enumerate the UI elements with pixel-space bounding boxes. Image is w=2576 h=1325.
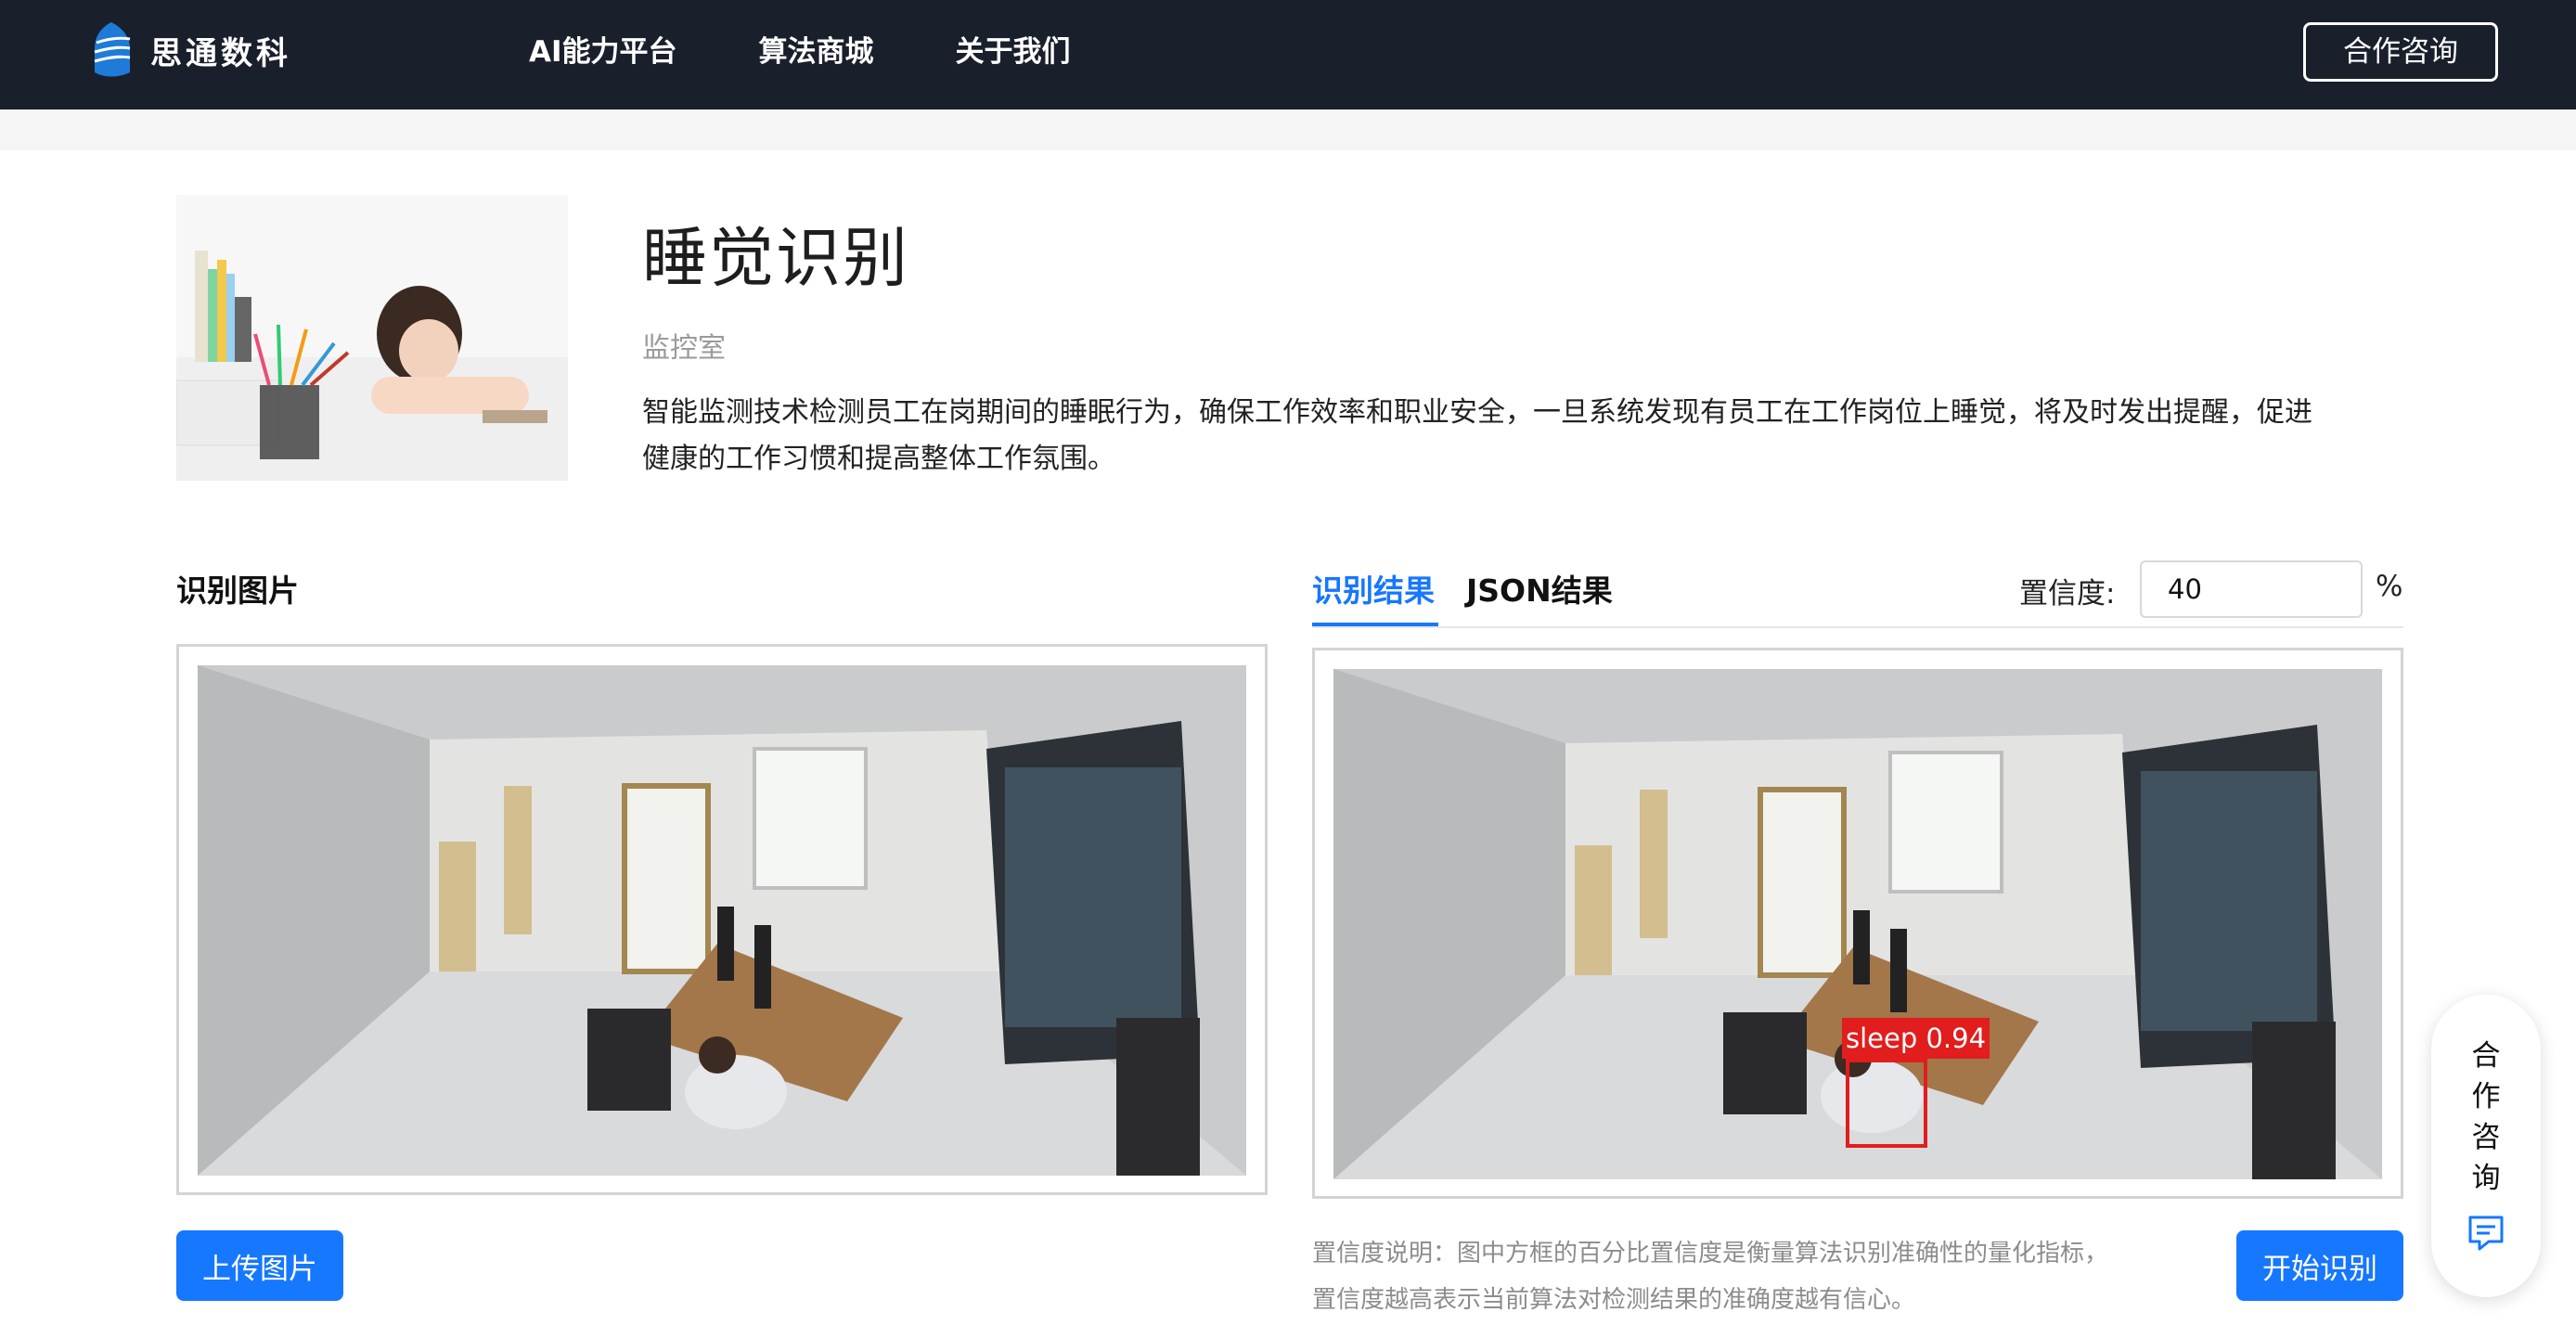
detection-score: 0.94 bbox=[1926, 1023, 1987, 1054]
product-description: 智能监测技术检测员工在岗期间的睡眠行为，确保工作效率和职业安全，一旦系统发现有员… bbox=[642, 396, 2312, 475]
floating-consult-char: 询 bbox=[2471, 1162, 2501, 1195]
result-image-frame: sleep 0.94 bbox=[1312, 648, 2403, 1199]
detection-class: sleep bbox=[1846, 1023, 1918, 1054]
nav-item-algorithm-store[interactable]: 算法商城 bbox=[759, 28, 874, 76]
detection-label: sleep 0.94 bbox=[1842, 1018, 1990, 1059]
confidence-note: 置信度说明：图中方框的百分比置信度是衡量算法识别准确性的量化指标， 置信度越高表… bbox=[1312, 1230, 2147, 1323]
confidence-unit: % bbox=[2376, 570, 2403, 603]
nav-item-ai-platform[interactable]: AI能力平台 bbox=[529, 28, 677, 76]
input-image-label: 识别图片 bbox=[176, 572, 299, 609]
input-image-frame bbox=[176, 644, 1268, 1195]
confidence-label: 置信度: bbox=[2019, 577, 2116, 611]
detection-box bbox=[1846, 1059, 1927, 1148]
scene-tag: 监控室 bbox=[642, 332, 726, 365]
tab-divider bbox=[1312, 626, 2403, 628]
consult-button[interactable]: 合作咨询 bbox=[2303, 22, 2498, 82]
confidence-note-line-2: 置信度越高表示当前算法对检测结果的准确度越有信心。 bbox=[1312, 1286, 1916, 1314]
nav-item-about-us[interactable]: 关于我们 bbox=[956, 28, 1071, 76]
chat-icon bbox=[2468, 1216, 2504, 1251]
start-recognition-button[interactable]: 开始识别 bbox=[2236, 1230, 2403, 1301]
floating-consult-char: 咨 bbox=[2471, 1121, 2501, 1154]
brand-logo-icon bbox=[94, 22, 131, 77]
brand-name: 思通数科 bbox=[150, 34, 291, 72]
main-nav: AI能力平台 算法商城 关于我们 bbox=[529, 28, 1153, 76]
top-navigation-bar: 思通数科 AI能力平台 算法商城 关于我们 合作咨询 bbox=[0, 0, 2576, 109]
confidence-input[interactable] bbox=[2140, 560, 2363, 618]
upload-image-button[interactable]: 上传图片 bbox=[176, 1230, 343, 1301]
floating-consult-label: 合 作 咨 询 bbox=[2431, 1036, 2541, 1199]
floating-consult-char: 作 bbox=[2471, 1080, 2501, 1113]
tab-json-result[interactable]: JSON结果 bbox=[1466, 566, 1613, 611]
tab-active-indicator bbox=[1312, 623, 1438, 626]
floating-consult-widget[interactable]: 合 作 咨 询 bbox=[2431, 995, 2541, 1297]
floating-consult-char: 合 bbox=[2471, 1039, 2501, 1073]
input-image bbox=[198, 665, 1246, 1176]
product-thumbnail bbox=[176, 195, 568, 481]
product-title: 睡觉识别 bbox=[642, 220, 909, 296]
brand-logo[interactable]: 思通数科 bbox=[91, 20, 291, 80]
confidence-note-line-1: 置信度说明：图中方框的百分比置信度是衡量算法识别准确性的量化指标， bbox=[1312, 1240, 2109, 1267]
tab-recognition-result[interactable]: 识别结果 bbox=[1312, 566, 1435, 611]
